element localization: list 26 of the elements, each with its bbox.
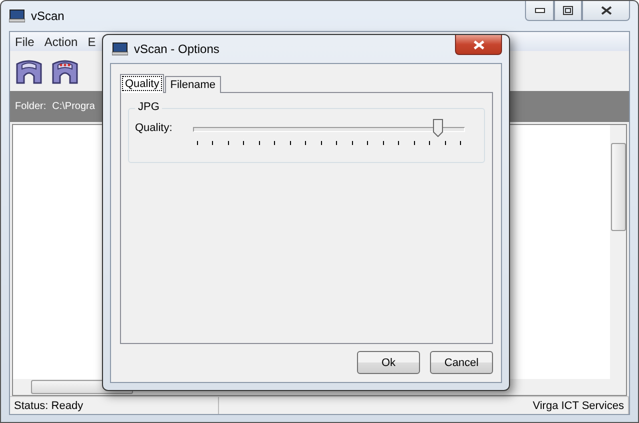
- dialog-title: vScan - Options: [134, 42, 220, 56]
- menu-item[interactable]: File: [10, 34, 40, 48]
- status-text: Status: Ready: [10, 397, 220, 414]
- maximize-button[interactable]: [554, 1, 582, 21]
- status-company: Virga ICT Services: [219, 397, 629, 414]
- tab[interactable]: Quality: [120, 74, 164, 93]
- vertical-scrollbar[interactable]: [610, 125, 626, 379]
- quality-slider[interactable]: [193, 122, 465, 148]
- window-title: vScan: [31, 9, 64, 23]
- minimize-button[interactable]: [525, 1, 554, 21]
- slider-thumb[interactable]: [432, 119, 443, 137]
- folder-path: C:\Progra: [52, 101, 95, 112]
- close-icon: [600, 6, 612, 15]
- minimize-icon: [534, 8, 544, 13]
- menu-item[interactable]: E: [82, 34, 101, 48]
- slider-label: Quality:: [135, 122, 174, 134]
- group-title: JPG: [135, 101, 162, 113]
- folder-label: Folder:: [15, 101, 46, 112]
- close-button[interactable]: [582, 1, 630, 21]
- maximize-icon: [563, 6, 573, 15]
- menu-item[interactable]: Action: [39, 34, 83, 48]
- tab[interactable]: Filename: [165, 76, 220, 93]
- close-icon: [472, 40, 484, 50]
- dialog-button[interactable]: Cancel: [430, 351, 493, 374]
- dialog-button[interactable]: Ok: [357, 351, 420, 374]
- close-button[interactable]: [455, 35, 502, 55]
